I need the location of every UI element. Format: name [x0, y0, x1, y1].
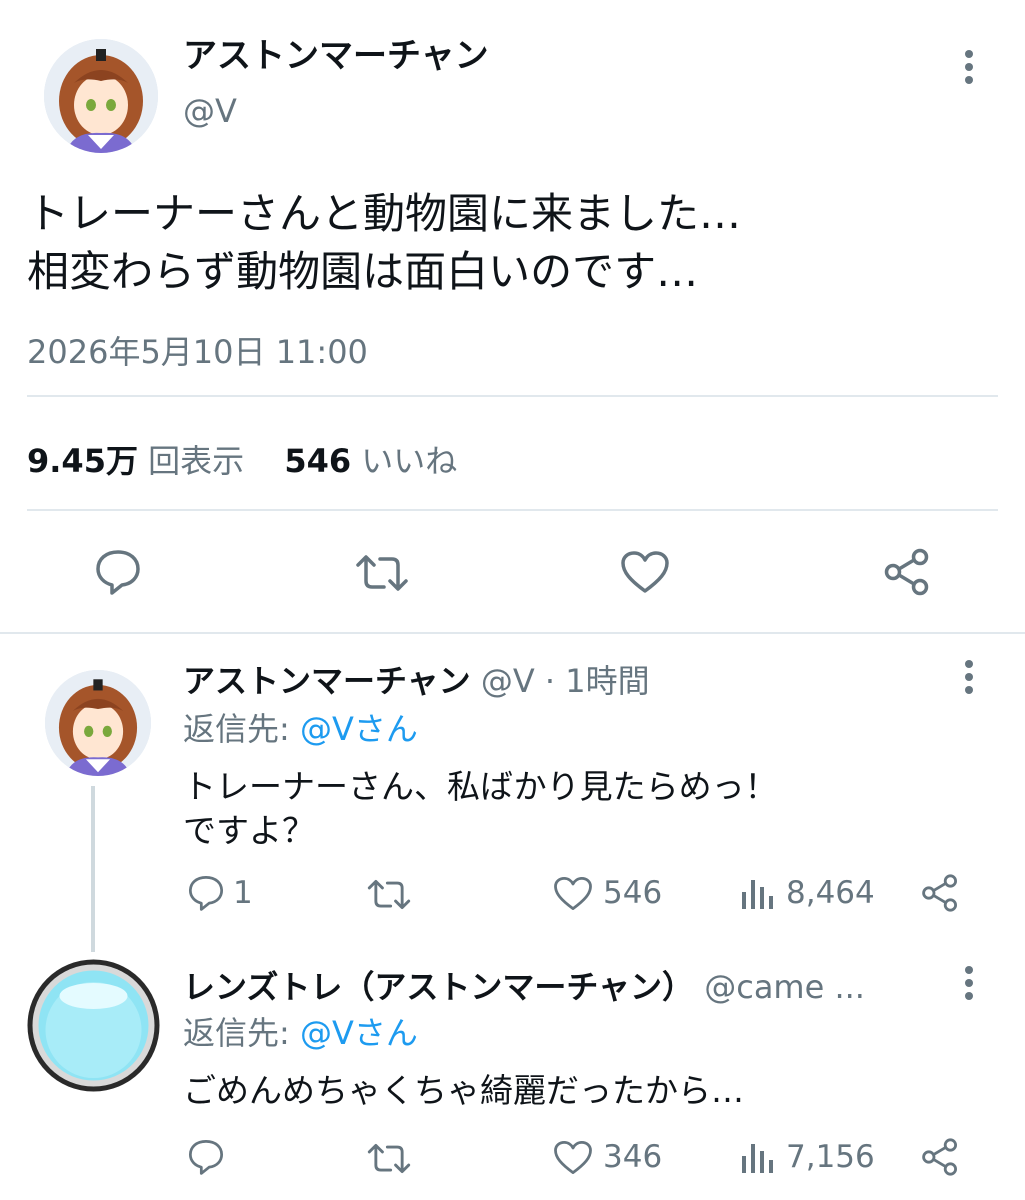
reply-text-line1: トレーナーさん、私ばかり見たらめっ！: [183, 767, 778, 806]
user-handle[interactable]: @V: [481, 662, 535, 700]
avatar[interactable]: [45, 670, 151, 776]
view-count: 7,156: [786, 1139, 875, 1175]
display-name[interactable]: アストンマーチャン: [183, 662, 471, 700]
like-icon[interactable]: [553, 1140, 593, 1175]
avatar[interactable]: [44, 39, 158, 153]
views-icon[interactable]: [740, 1140, 774, 1174]
tweet-timestamp[interactable]: 2026年5月10日 11:00: [27, 327, 368, 373]
lens-avatar-illustration: [27, 959, 160, 1092]
more-icon[interactable]: [965, 660, 973, 699]
display-name[interactable]: レンズトレ（アストンマーチャン）: [183, 968, 694, 1006]
reply-icon[interactable]: [187, 875, 225, 911]
reply-to: 返信先: @Vさん: [183, 1008, 418, 1054]
likes-value[interactable]: 546: [284, 442, 351, 480]
views-value: 9.45万: [27, 442, 138, 480]
reply-time[interactable]: 1時間: [565, 662, 649, 700]
divider: [27, 509, 998, 511]
reply-text-line2: ですよ？: [183, 811, 315, 850]
avatar[interactable]: [26, 958, 161, 1093]
retweet-icon[interactable]: [354, 553, 410, 593]
views-icon[interactable]: [740, 876, 774, 910]
avatar-illustration: [44, 39, 158, 153]
reply-header: アストンマーチャン @V · 1時間: [183, 656, 650, 702]
views-label: 回表示: [148, 442, 245, 480]
reply-text-line1: ごめんめちゃくちゃ綺麗だったから…: [183, 1071, 744, 1110]
share-icon[interactable]: [920, 1137, 960, 1177]
reply-header: レンズトレ（アストンマーチャン） @came ...: [183, 962, 865, 1008]
like-icon[interactable]: [620, 550, 670, 594]
reply-to-prefix: 返信先:: [183, 710, 290, 748]
divider: [27, 395, 998, 397]
share-icon[interactable]: [920, 873, 960, 913]
display-name[interactable]: アストンマーチャン: [183, 28, 489, 77]
share-icon[interactable]: [882, 547, 932, 597]
tweet-text-line2: 相変わらず動物園は面白いのです…: [27, 247, 699, 296]
user-handle[interactable]: @came ...: [704, 968, 865, 1006]
user-handle[interactable]: @V: [183, 92, 237, 130]
reply-to-prefix: 返信先:: [183, 1014, 290, 1052]
thread-line: [91, 786, 95, 952]
likes-label[interactable]: いいね: [361, 442, 457, 480]
like-count: 346: [603, 1139, 663, 1175]
separator-dot: ·: [544, 662, 556, 700]
more-icon[interactable]: [965, 966, 973, 1005]
retweet-icon[interactable]: [366, 878, 412, 911]
reply-to: 返信先: @Vさん: [183, 704, 418, 750]
reply-icon[interactable]: [94, 549, 142, 595]
like-icon[interactable]: [553, 876, 593, 911]
reply-to-user-link[interactable]: @Vさん: [300, 1014, 418, 1052]
tweet-text-line1: トレーナーさんと動物園に来ました…: [27, 189, 742, 238]
tweet-stats: 9.45万 回表示 546 いいね: [27, 436, 457, 482]
like-count: 546: [603, 875, 663, 911]
section-divider: [0, 632, 1025, 634]
avatar-illustration: [45, 670, 151, 776]
retweet-icon[interactable]: [366, 1142, 412, 1175]
reply-icon[interactable]: [187, 1139, 225, 1175]
more-icon[interactable]: [965, 50, 973, 89]
reply-count: 1: [233, 875, 253, 911]
reply-to-user-link[interactable]: @Vさん: [300, 710, 418, 748]
view-count: 8,464: [786, 875, 875, 911]
